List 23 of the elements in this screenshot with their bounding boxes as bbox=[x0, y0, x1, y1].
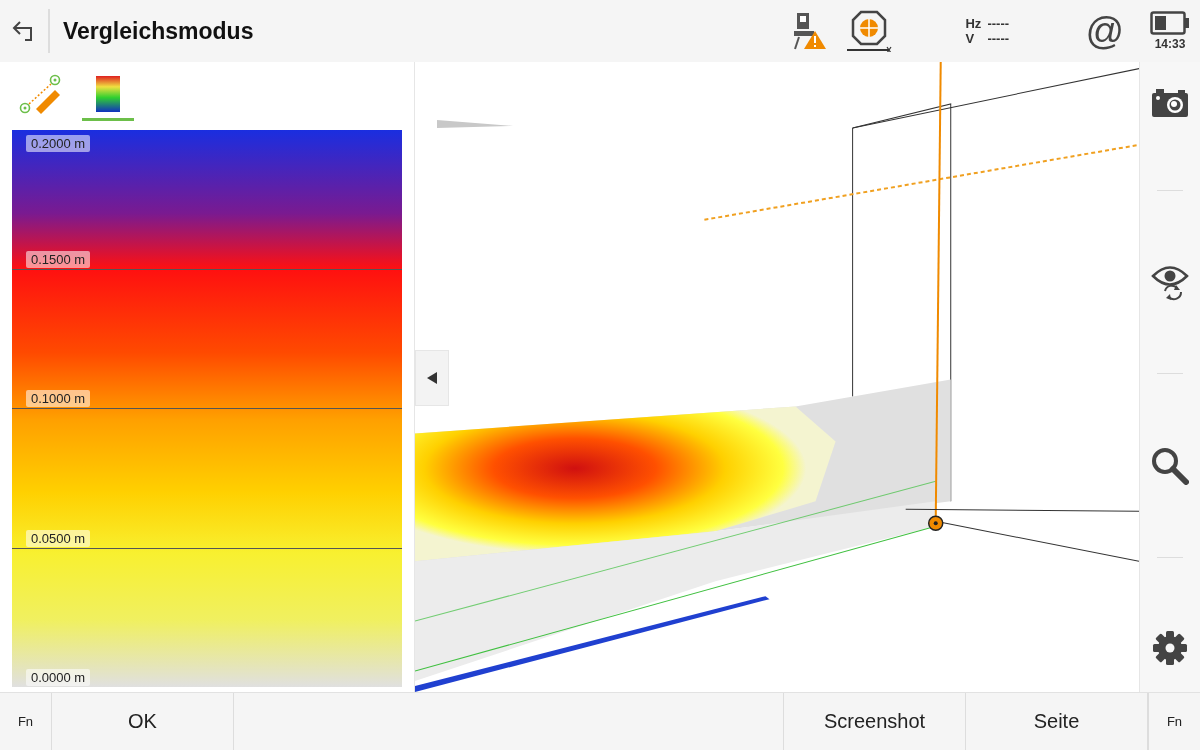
search-icon bbox=[1151, 446, 1189, 485]
battery-icon bbox=[1150, 11, 1190, 35]
hz-label: Hz bbox=[965, 16, 983, 31]
scale-value-label: 0.1500 m bbox=[26, 250, 91, 268]
triangle-left-icon bbox=[426, 371, 438, 385]
ruler-points-icon bbox=[18, 72, 62, 115]
prism-target-icon[interactable] bbox=[845, 10, 894, 52]
v-label: V bbox=[965, 31, 976, 46]
collapse-panel-button[interactable] bbox=[415, 350, 449, 406]
scale-value-label: 0.0000 m bbox=[26, 669, 91, 686]
scale-value-label: 0.2000 m bbox=[26, 135, 91, 152]
camera-icon bbox=[1151, 88, 1189, 118]
settings-icon bbox=[1152, 629, 1188, 666]
instrument-warning-icon[interactable] bbox=[793, 11, 828, 51]
scale-value-label: 0.0500 m bbox=[26, 529, 91, 547]
screen-title: Vergleichsmodus bbox=[63, 17, 254, 45]
scale-value-label: 0.1000 m bbox=[26, 390, 91, 407]
eye-rotate-icon bbox=[1151, 263, 1189, 302]
connection-status-label[interactable]: @ bbox=[1085, 9, 1124, 53]
hz-value: ----- bbox=[987, 16, 1010, 31]
clock-time: 14:33 bbox=[1154, 37, 1186, 51]
color-scale-icon bbox=[96, 75, 120, 112]
v-value: ----- bbox=[987, 31, 1010, 46]
